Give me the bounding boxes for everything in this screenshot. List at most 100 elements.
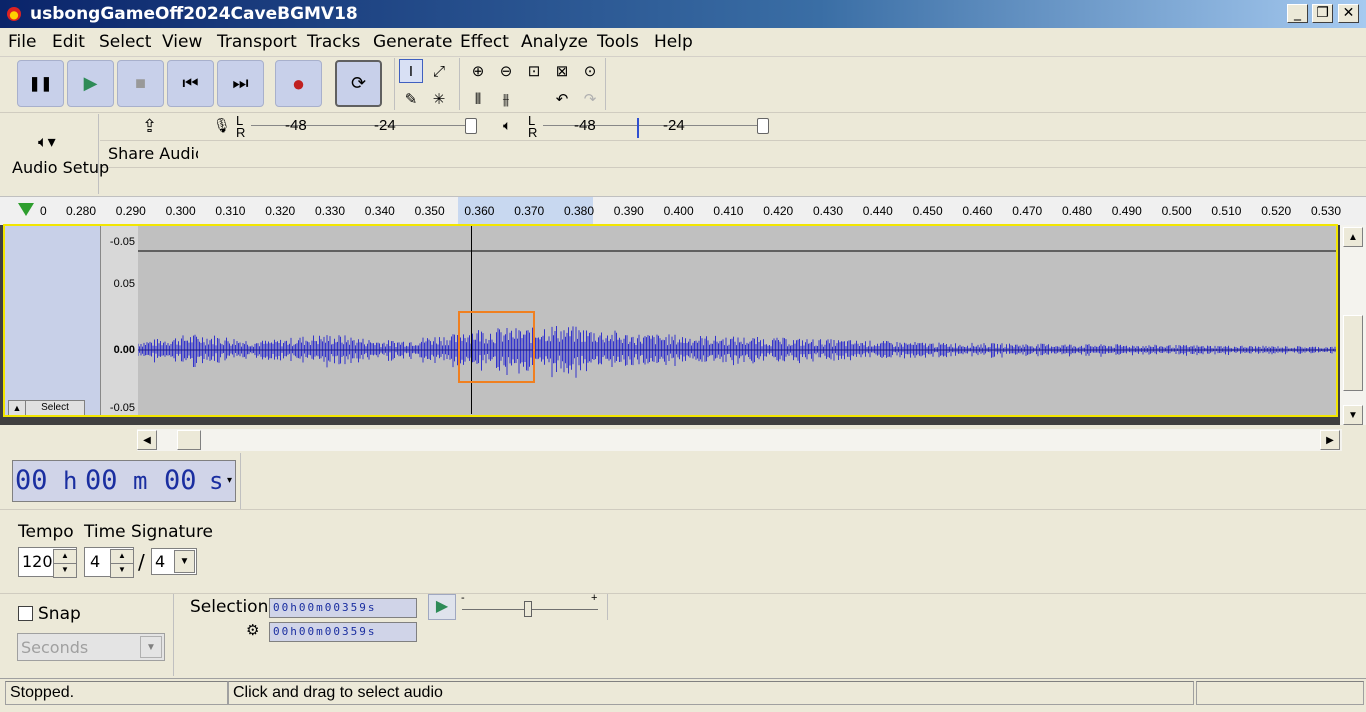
fit-project-button[interactable]: ⊠ [550, 59, 574, 83]
meter-slider-handle[interactable] [757, 118, 769, 134]
fit-selection-button[interactable]: ⊡ [522, 59, 546, 83]
speed-minus-label: - [461, 592, 465, 604]
selection-end-field[interactable]: 00h00m00359s [269, 622, 417, 642]
menu-view[interactable]: View [162, 32, 202, 52]
ruler-tick-label: 0.340 [364, 204, 395, 218]
menu-effect[interactable]: Effect [460, 32, 509, 52]
fit-project-icon: ⊠ [555, 63, 569, 80]
signature-up-arrow-icon[interactable]: ▲ [110, 549, 134, 564]
tempo-value: 120 [22, 552, 53, 571]
time-format-dropdown-icon[interactable]: ▾ [227, 475, 232, 486]
gear-icon[interactable]: ⚙ [246, 621, 259, 639]
record-icon: ● [291, 70, 306, 96]
status-extra [1196, 681, 1364, 705]
menu-help[interactable]: Help [654, 32, 693, 52]
ruler-tick-label: 0.460 [962, 204, 993, 218]
selection-tool[interactable]: I [399, 59, 423, 83]
time-signature-upper-spinbox[interactable]: 4 ▲ ▼ [84, 547, 134, 578]
speed-slider-thumb[interactable] [524, 601, 533, 617]
restore-button[interactable]: ❐ [1312, 4, 1333, 23]
menu-tracks[interactable]: Tracks [307, 32, 360, 52]
menu-generate[interactable]: Generate [373, 32, 452, 52]
zoom-out-icon: ⊖ [499, 63, 513, 80]
audio-setup-button[interactable]: 🔈︎▾ Audio Setup [10, 114, 109, 194]
menu-transport[interactable]: Transport [217, 32, 297, 52]
ruler-tick-label: 0.330 [315, 204, 346, 218]
snap-unit-select[interactable]: Seconds ▼ [17, 633, 165, 661]
vertical-scroll-thumb[interactable] [1343, 315, 1363, 391]
meter-slider-handle[interactable] [465, 118, 477, 134]
menu-edit[interactable]: Edit [52, 32, 85, 52]
multi-tool[interactable]: ✳ [427, 87, 451, 111]
menu-file[interactable]: File [8, 32, 36, 52]
menu-tools[interactable]: Tools [597, 32, 639, 52]
time-seconds-unit: s [209, 467, 224, 495]
share-audio-label: Share Audio [108, 144, 198, 163]
time-minutes: 00 [85, 465, 118, 496]
share-audio-button[interactable]: ⇪ Share Audio [105, 114, 198, 166]
speaker-icon: 🔈︎▾ [38, 134, 56, 151]
toolbar-divider [100, 140, 1366, 141]
ruler-tick-label: 0.310 [215, 204, 246, 218]
play-at-speed-button[interactable]: ▶ [428, 594, 456, 620]
dropdown-arrow-icon[interactable]: ▼ [140, 636, 162, 658]
selection-start-field[interactable]: 00h00m00359s [269, 598, 417, 618]
scroll-down-arrow-icon[interactable]: ▼ [1343, 405, 1363, 425]
scroll-left-arrow-icon[interactable]: ◀ [137, 430, 157, 450]
ruler-tick-label: 0.280 [66, 204, 97, 218]
trim-audio-button[interactable]: ⫴ [466, 87, 490, 111]
audio-setup-label: Audio Setup [12, 158, 110, 177]
tempo-down-arrow-icon[interactable]: ▼ [53, 563, 77, 578]
asterisk-icon: ✳ [432, 91, 446, 108]
play-icon: ▶ [435, 598, 449, 615]
time-display[interactable]: 00 h 00 m 00 s ▾ [12, 460, 236, 502]
silence-audio-button[interactable]: ⫵ [494, 87, 518, 111]
zoom-in-button[interactable]: ⊕ [466, 59, 490, 83]
draw-tool[interactable]: ✎ [399, 87, 423, 111]
play-head-triangle-icon[interactable] [18, 203, 34, 216]
scroll-right-arrow-icon[interactable]: ▶ [1320, 430, 1340, 450]
meter-tick: -48 [574, 117, 596, 134]
horizontal-scroll-thumb[interactable] [177, 430, 201, 450]
timeline-ruler[interactable]: 0 0.280 0.290 0.300 0.310 0.320 0.330 0.340 0.35… [0, 196, 1366, 226]
stop-button[interactable]: ■ [117, 60, 164, 107]
close-button[interactable]: ✕ [1338, 4, 1359, 23]
skip-to-end-button[interactable]: ⏭ [217, 60, 264, 107]
panel-separator [240, 453, 241, 509]
undo-button[interactable]: ↶ [550, 87, 574, 111]
zoom-out-button[interactable]: ⊖ [494, 59, 518, 83]
play-button[interactable]: ▶ [67, 60, 114, 107]
envelope-tool[interactable]: ⤢ [427, 59, 451, 83]
menu-select[interactable]: Select [99, 32, 151, 52]
playback-meter[interactable]: 🔈︎ L R -48 -24 [499, 113, 777, 140]
tempo-up-arrow-icon[interactable]: ▲ [53, 549, 77, 564]
signature-down-arrow-icon[interactable]: ▼ [110, 563, 134, 578]
toolbar-divider [0, 112, 1366, 113]
panel-separator [607, 594, 608, 620]
skip-to-start-button[interactable]: ⏮ [167, 60, 214, 107]
scroll-up-arrow-icon[interactable]: ▲ [1343, 227, 1363, 247]
tempo-spinbox[interactable]: 120 ▲ ▼ [18, 547, 77, 578]
title-bar: usbongGameOff2024CaveBGMV18 _ ❐ ✕ [0, 0, 1366, 28]
minimize-button[interactable]: _ [1287, 4, 1308, 23]
pause-button[interactable]: ❚❚ [17, 60, 64, 107]
vertical-scrollbar[interactable]: ▲ ▼ [1340, 225, 1366, 425]
redo-button[interactable]: ↷ [578, 87, 602, 111]
ruler-tick-label: 0.380 [564, 204, 595, 218]
record-meter[interactable]: 🎙︎ L R -48 -24 [207, 113, 485, 140]
time-signature-lower-select[interactable]: 4 ▼ [151, 548, 197, 575]
meter-tick: -48 [285, 117, 307, 134]
dropdown-arrow-icon[interactable]: ▼ [174, 550, 195, 573]
meter-r-label: R [528, 125, 538, 140]
time-signature-label: Time Signature [84, 522, 214, 542]
zoom-toggle-button[interactable]: ⊙ [578, 59, 602, 83]
time-hours: 00 [15, 465, 48, 496]
snap-checkbox[interactable] [18, 606, 33, 621]
horizontal-scrollbar[interactable]: ◀ ▶ [137, 429, 1342, 451]
status-bar: Stopped. Click and drag to select audio [0, 678, 1366, 712]
playback-speed-slider[interactable]: - + [460, 592, 600, 620]
menu-analyze[interactable]: Analyze [521, 32, 588, 52]
record-button[interactable]: ● [275, 60, 322, 107]
loop-button[interactable]: ⟳ [335, 60, 382, 107]
ruler-tick-label: 0.450 [912, 204, 943, 218]
